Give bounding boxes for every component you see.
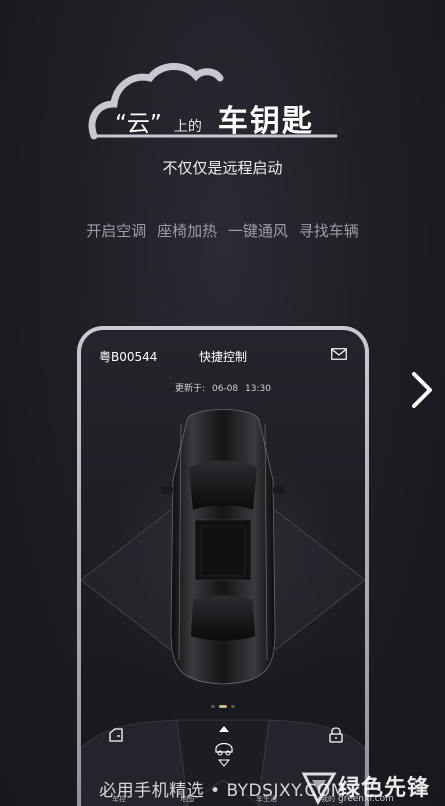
next-page-arrow-icon[interactable] [406, 368, 436, 412]
car-door-icon[interactable] [108, 727, 124, 743]
phone-screen: 粤B00544 快捷控制 更新于: 06-08 13:30 [81, 330, 365, 806]
open-quote: “ [115, 111, 127, 137]
lock-icon[interactable] [329, 726, 343, 743]
car-lift-icon[interactable] [215, 726, 233, 774]
mail-icon[interactable] [331, 348, 347, 360]
feature-item: 寻找车辆 [298, 222, 359, 240]
updated-date: 06-08 [211, 384, 239, 394]
screen-title: 快捷控制 [198, 350, 247, 364]
hero-section: “ 云 ” 上的 车钥匙 不仅仅是远程启动 开启空调 座椅加热 一键通风 寻找车… [0, 0, 445, 260]
feature-list: 开启空调 座椅加热 一键通风 寻找车辆 [0, 220, 445, 241]
connector-word: 上的 [173, 119, 202, 135]
feature-item: 开启空调 [86, 222, 147, 240]
feature-item: 一键通风 [227, 222, 288, 240]
close-quote: ” [149, 111, 162, 137]
hero-subtitle: 不仅仅是远程启动 [162, 159, 283, 177]
hero-keyword: 车钥匙 [217, 104, 314, 139]
updated-prefix: 更新于: [175, 384, 206, 394]
update-timestamp: 更新于: 06-08 13:30 [81, 381, 365, 394]
hero-headline: “ 云 ” 上的 车钥匙 [115, 96, 314, 140]
updated-time: 13:30 [245, 384, 271, 394]
car-top-view[interactable] [81, 400, 365, 710]
watermark-url: greenxf.com [338, 794, 394, 804]
feature-item: 座椅加热 [157, 222, 218, 240]
phone-mockup: 粤B00544 快捷控制 更新于: 06-08 13:30 [77, 326, 369, 806]
app-top-bar: 粤B00544 快捷控制 [81, 330, 365, 374]
cloud-word: 云 [126, 111, 150, 137]
